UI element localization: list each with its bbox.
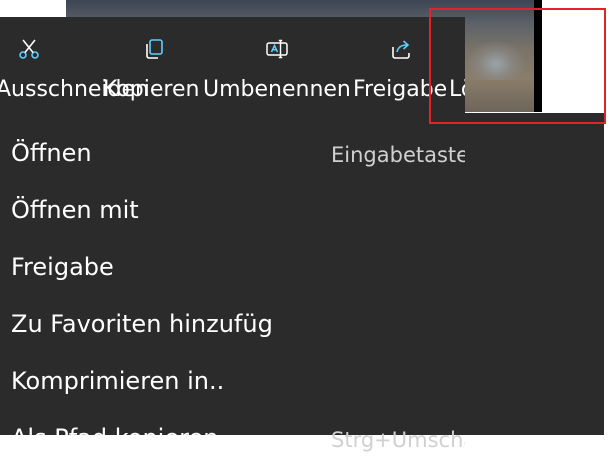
menu-item-label: Freigabe <box>11 253 114 281</box>
menu-item-shortcut: Eingabetaste <box>331 143 465 167</box>
copy-button[interactable]: Kopieren <box>103 17 203 113</box>
context-menu-toolbar: Ausschneiden Kopieren Umbenennen Freigab… <box>0 17 465 113</box>
cut-button[interactable]: Ausschneiden <box>0 17 149 113</box>
highlight-rectangle <box>429 8 606 124</box>
menu-item-label: Öffnen <box>11 139 92 167</box>
context-menu: Öffnen Eingabetaste Öffnen mit Freigabe … <box>0 113 604 452</box>
share-icon <box>392 40 410 59</box>
rename-button[interactable]: Umbenennen <box>203 17 353 113</box>
copy-label: Kopieren <box>103 77 200 102</box>
menu-item-compress-to[interactable]: Komprimieren in.. <box>0 350 604 406</box>
menu-item-shortcut: Strg+Umschalt+C <box>331 428 465 452</box>
menu-item-label: Komprimieren in.. <box>11 367 225 395</box>
copy-icon <box>146 39 163 59</box>
cut-icon <box>19 39 39 59</box>
menu-item-label: Zu Favoriten hinzufüg <box>11 310 273 338</box>
rename-label: Umbenennen <box>203 77 351 102</box>
menu-item-share[interactable]: Freigabe <box>0 236 604 292</box>
menu-item-copy-as-path[interactable]: Als Pfad kopieren Strg+Umschalt+C <box>0 407 604 463</box>
menu-item-open-with[interactable]: Öffnen mit <box>0 179 604 235</box>
menu-item-open[interactable]: Öffnen Eingabetaste <box>0 122 604 178</box>
menu-item-label: Als Pfad kopieren <box>11 424 219 452</box>
rename-icon <box>266 39 288 59</box>
menu-item-label: Öffnen mit <box>11 196 139 224</box>
menu-item-add-to-favorites[interactable]: Zu Favoriten hinzufüg <box>0 293 604 349</box>
